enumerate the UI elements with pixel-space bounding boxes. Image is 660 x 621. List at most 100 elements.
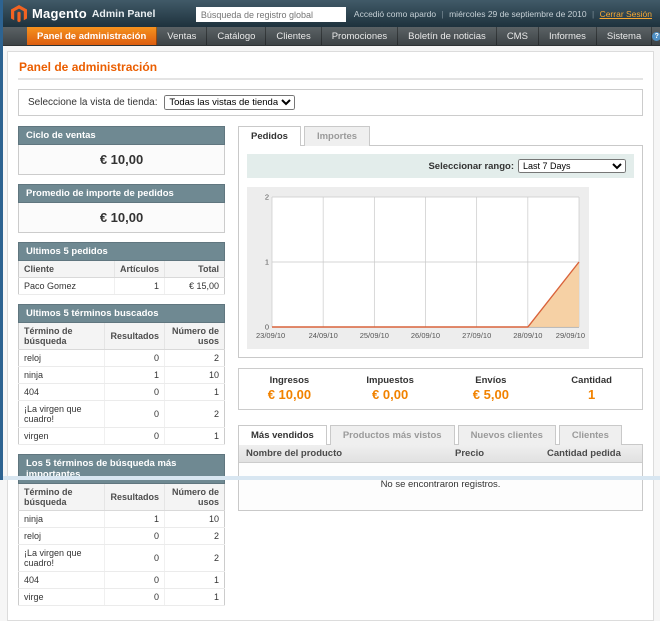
help-link[interactable]: ? Obtener ayuda para esta página [652,27,660,45]
store-view-label: Seleccione la vista de tienda: [28,97,158,108]
magento-logo-icon [11,5,27,23]
grid-column-header: Nombre del producto [239,445,448,463]
dashboard: Ciclo de ventas € 10,00 Promedio de impo… [18,126,643,606]
tab-clientes[interactable]: Clientes [559,425,622,445]
user-info: Accedió como apardo | miércoles 29 de se… [354,9,652,19]
header-date: miércoles 29 de septiembre de 2010 [449,9,587,19]
main-nav-list: Panel de administraciónVentasCatálogoCli… [27,27,652,45]
last-orders-table: ClienteArtículosTotalPaco Gomez1€ 15,00 [18,261,225,295]
column-header: Artículos [114,261,164,278]
sales-cycle-widget: Ciclo de ventas € 10,00 [18,126,225,175]
svg-text:29/09/10: 29/09/10 [556,331,585,340]
table-row[interactable]: reloj02 [19,350,225,367]
dashboard-right-column: PedidosImportes Seleccionar rango: Last 7… [238,126,643,511]
magento-logo: Magento Admin Panel [11,5,155,23]
logo-text: Magento [32,6,87,21]
nav-item-bolet-n-de-noticias[interactable]: Boletín de noticias [398,27,497,45]
column-header: Número de usos [165,484,225,511]
nav-item-cat-logo[interactable]: Catálogo [207,27,266,45]
svg-text:1: 1 [265,258,269,267]
svg-text:27/09/10: 27/09/10 [462,331,491,340]
tab-importes[interactable]: Importes [304,126,370,146]
nav-item-clientes[interactable]: Clientes [266,27,321,45]
last-search-terms-widget: Ultimos 5 términos buscados Término de b… [18,304,225,445]
orders-chart-panel: Seleccionar rango:Last 7 Days 01223/09/1… [238,145,643,358]
svg-text:24/09/10: 24/09/10 [309,331,338,340]
stat-cantidad: Cantidad1 [541,375,642,402]
stat-env-os: Envíos€ 5,00 [441,375,542,402]
global-search-input[interactable] [196,7,346,22]
stat-ingresos: Ingresos€ 10,00 [239,375,340,402]
no-records-message: No se encontraron registros. [239,463,642,511]
logged-in-as: Accedió como apardo [354,9,436,19]
orders-chart: 01223/09/1024/09/1025/09/1026/09/1027/09… [251,191,585,343]
avg-order-widget: Promedio de importe de pedidos € 10,00 [18,184,225,233]
store-view-switcher: Seleccione la vista de tienda: Todas las… [18,89,643,116]
logo-subtext: Admin Panel [92,8,156,20]
table-row[interactable]: ¡La virgen que cuadro!02 [19,545,225,572]
main-nav: Panel de administraciónVentasCatálogoCli… [3,27,660,46]
grid-column-header: Cantidad pedida [540,445,642,463]
column-header: Número de usos [165,323,225,350]
orders-amounts-tabs: PedidosImportes [238,126,643,145]
nav-item-promociones[interactable]: Promociones [322,27,398,45]
svg-text:2: 2 [265,193,269,202]
content-panel: Panel de administración Seleccione la vi… [7,51,654,621]
column-header: Término de búsqueda [19,323,105,350]
tab-productos-m-s-vistos[interactable]: Productos más vistos [330,425,455,445]
nav-item-cms[interactable]: CMS [497,27,539,45]
svg-text:23/09/10: 23/09/10 [256,331,285,340]
last-orders-header: Ultimos 5 pedidos [18,242,225,261]
page-title: Panel de administración [19,60,643,74]
stat-impuestos: Impuestos€ 0,00 [340,375,441,402]
totals-bar: Ingresos€ 10,00Impuestos€ 0,00Envíos€ 5,… [238,368,643,410]
top-header: Magento Admin Panel Accedió como apardo … [3,0,660,27]
column-header: Cliente [19,261,115,278]
top-search-terms-table: Término de búsquedaResultadosNúmero de u… [18,484,225,606]
title-divider [18,78,643,80]
svg-text:28/09/10: 28/09/10 [513,331,542,340]
column-header: Término de búsqueda [19,484,105,511]
last-search-terms-table: Término de búsquedaResultadosNúmero de u… [18,323,225,445]
column-header: Resultados [105,323,165,350]
nav-item-informes[interactable]: Informes [539,27,597,45]
window-bottom-edge [3,476,660,480]
store-view-select[interactable]: Todas las vistas de tienda [164,95,295,110]
nav-item-panel-de-administraci-n[interactable]: Panel de administración [27,27,157,45]
table-row[interactable]: virge01 [19,589,225,606]
column-header: Total [165,261,225,278]
sales-cycle-value: € 10,00 [18,145,225,175]
table-row[interactable]: Paco Gomez1€ 15,00 [19,278,225,295]
svg-text:26/09/10: 26/09/10 [411,331,440,340]
empty-row: No se encontraron registros. [239,463,642,511]
table-row[interactable]: ¡La virgen que cuadro!02 [19,401,225,428]
table-row[interactable]: reloj02 [19,528,225,545]
select-range-label: Seleccionar rango: [428,161,514,172]
nav-item-ventas[interactable]: Ventas [157,27,207,45]
dashboard-left-column: Ciclo de ventas € 10,00 Promedio de impo… [18,126,225,606]
tab-pedidos[interactable]: Pedidos [238,126,301,146]
nav-item-sistema[interactable]: Sistema [597,27,652,45]
table-row[interactable]: 40401 [19,384,225,401]
column-header: Resultados [105,484,165,511]
logout-link[interactable]: Cerrar Sesión [600,9,652,19]
chart-container: 01223/09/1024/09/1025/09/1026/09/1027/09… [247,187,589,349]
avg-order-value: € 10,00 [18,203,225,233]
global-search [196,5,346,23]
avg-order-header: Promedio de importe de pedidos [18,184,225,203]
table-row[interactable]: 40401 [19,572,225,589]
table-row[interactable]: ninja110 [19,367,225,384]
last-orders-widget: Ultimos 5 pedidos ClienteArtículosTotalP… [18,242,225,295]
grid-column-header: Precio [448,445,540,463]
tab-nuevos-clientes[interactable]: Nuevos clientes [458,425,556,445]
table-row[interactable]: virgen01 [19,428,225,445]
help-icon: ? [652,32,660,41]
sales-cycle-header: Ciclo de ventas [18,126,225,145]
last-search-terms-header: Ultimos 5 términos buscados [18,304,225,323]
svg-text:25/09/10: 25/09/10 [360,331,389,340]
tab-m-s-vendidos[interactable]: Más vendidos [238,425,327,445]
range-toolbar: Seleccionar rango: Last 7 Days [247,154,634,178]
table-row[interactable]: ninja110 [19,511,225,528]
bestsellers-tabs: Más vendidosProductos más vistosNuevos c… [238,425,643,444]
range-select[interactable]: Last 7 Days [518,159,626,173]
